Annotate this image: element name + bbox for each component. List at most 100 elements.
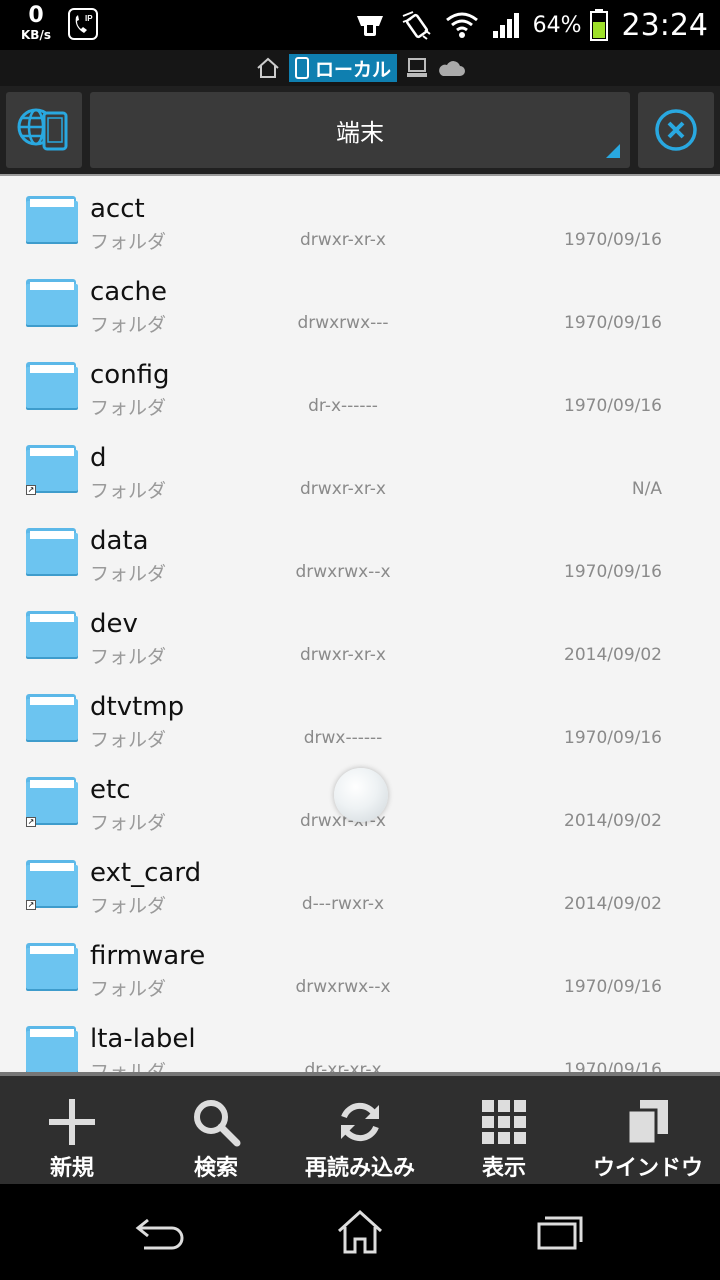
clock: 23:24 <box>621 7 708 43</box>
file-date: 2014/09/02 <box>564 894 662 914</box>
recent-apps-icon <box>537 1216 583 1250</box>
file-type: フォルダ <box>90 231 167 253</box>
file-permissions: drwxr-xr-x <box>300 479 386 499</box>
file-permissions: drwxr-xr-x <box>300 230 386 250</box>
home-icon[interactable] <box>255 56 281 80</box>
file-permissions: drwx------ <box>303 728 383 748</box>
list-item[interactable]: dtvtmp フォルダ drwx------ 1970/09/16 <box>0 674 720 757</box>
list-item[interactable]: data フォルダ drwxrwx--x 1970/09/16 <box>0 508 720 591</box>
plus-icon <box>49 1099 95 1145</box>
nfc-icon <box>402 11 431 40</box>
computer-icon[interactable] <box>405 57 429 79</box>
shortcut-badge-icon: ↗ <box>26 485 36 495</box>
folder-icon <box>26 611 78 659</box>
dropdown-triangle-icon <box>606 144 620 158</box>
file-type: フォルダ <box>90 978 167 1000</box>
vibrate-icon <box>356 16 383 36</box>
folder-icon <box>26 1026 78 1072</box>
file-permissions: drwxr-xr-x <box>300 645 386 665</box>
recent-apps-button[interactable] <box>530 1204 590 1260</box>
file-type: フォルダ <box>90 812 167 834</box>
list-item[interactable]: config フォルダ dr-x------ 1970/09/16 <box>0 342 720 425</box>
file-type: フォルダ <box>90 646 167 668</box>
file-permissions: drwxrwx--x <box>295 977 391 997</box>
search-label: 検索 <box>193 1156 238 1181</box>
reload-icon <box>341 1102 379 1142</box>
list-item[interactable]: cache フォルダ drwxrwx--- 1970/09/16 <box>0 259 720 342</box>
file-date: N/A <box>631 479 662 499</box>
folder-icon: ↗ <box>26 860 78 910</box>
path-label: 端末 <box>336 118 384 147</box>
list-item[interactable]: acct フォルダ drwxr-xr-x 1970/09/16 <box>0 176 720 259</box>
search-button[interactable]: 検索 <box>144 1076 288 1184</box>
fast-scroll-thumb[interactable] <box>334 768 388 822</box>
file-date: 2014/09/02 <box>564 645 662 665</box>
wifi-icon <box>445 12 478 38</box>
close-circle-icon <box>655 109 697 151</box>
search-icon <box>194 1100 241 1147</box>
file-name: data <box>90 526 149 556</box>
navigation-bar <box>0 1184 720 1280</box>
shortcut-badge-icon: ↗ <box>26 900 36 910</box>
window-button[interactable]: ウインドウ <box>576 1076 720 1184</box>
file-permissions: d---rwxr-x <box>301 894 385 914</box>
folder-icon: ↗ <box>26 777 78 827</box>
folder-icon <box>26 528 78 576</box>
file-permissions: dr-x------ <box>308 396 378 416</box>
list-item[interactable]: ↗ ext_card フォルダ d---rwxr-x 2014/09/02 <box>0 840 720 923</box>
list-item[interactable]: lta-label フォルダ dr-xr-xr-x 1970/09/16 <box>0 1006 720 1072</box>
location-local-label: ローカル <box>314 58 391 81</box>
folder-icon <box>26 196 78 244</box>
network-device-button[interactable] <box>6 92 82 168</box>
file-name: dtvtmp <box>90 692 185 722</box>
network-speed-value: 0 <box>28 3 44 28</box>
file-permissions: drwxrwx--- <box>297 313 389 333</box>
network-speed: 0 KB/s <box>14 3 58 42</box>
grid-icon <box>482 1100 526 1144</box>
file-date: 1970/09/16 <box>564 562 662 582</box>
view-label: 表示 <box>481 1156 526 1181</box>
file-date: 1970/09/16 <box>564 313 662 333</box>
svg-text:IP: IP <box>85 14 93 23</box>
list-item[interactable]: firmware フォルダ drwxrwx--x 1970/09/16 <box>0 923 720 1006</box>
file-date: 1970/09/16 <box>564 230 662 250</box>
home-icon <box>337 1209 383 1254</box>
windows-icon <box>626 1100 668 1146</box>
home-button[interactable] <box>330 1204 390 1260</box>
close-button[interactable] <box>638 92 714 168</box>
network-speed-unit: KB/s <box>21 28 51 42</box>
reload-button[interactable]: 再読み込み <box>288 1076 432 1184</box>
path-header: 端末 <box>0 86 720 174</box>
status-bar: 0 KB/s IP 64% 23:24 <box>0 0 720 50</box>
cloud-icon[interactable] <box>437 58 465 78</box>
back-button[interactable] <box>130 1204 190 1260</box>
file-name: acct <box>90 194 145 224</box>
new-button[interactable]: 新規 <box>0 1076 144 1184</box>
file-type: フォルダ <box>90 397 167 419</box>
file-date: 1970/09/16 <box>564 977 662 997</box>
new-label: 新規 <box>49 1156 94 1181</box>
path-selector[interactable]: 端末 <box>90 92 630 168</box>
file-name: dev <box>90 609 138 639</box>
location-switcher: ローカル <box>0 50 720 86</box>
battery-icon <box>589 9 608 41</box>
file-date: 1970/09/16 <box>564 1060 662 1072</box>
folder-icon: ↗ <box>26 445 78 495</box>
ip-call-icon: IP <box>68 8 98 40</box>
file-date: 1970/09/16 <box>564 396 662 416</box>
file-date: 1970/09/16 <box>564 728 662 748</box>
folder-icon <box>26 694 78 742</box>
view-button[interactable]: 表示 <box>432 1076 576 1184</box>
file-name: etc <box>90 775 131 805</box>
file-name: cache <box>90 277 167 307</box>
file-list[interactable]: acct フォルダ drwxr-xr-x 1970/09/16 cache フォルダ drw… <box>0 174 720 1072</box>
file-type: フォルダ <box>90 729 167 751</box>
folder-icon <box>26 362 78 410</box>
folder-icon <box>26 943 78 991</box>
location-local-tab[interactable]: ローカル <box>288 54 397 82</box>
list-item[interactable]: ↗ d フォルダ drwxr-xr-x N/A <box>0 425 720 508</box>
file-date: 2014/09/02 <box>564 811 662 831</box>
network-device-icon <box>17 108 68 151</box>
list-item[interactable]: dev フォルダ drwxr-xr-x 2014/09/02 <box>0 591 720 674</box>
folder-icon <box>26 279 78 327</box>
